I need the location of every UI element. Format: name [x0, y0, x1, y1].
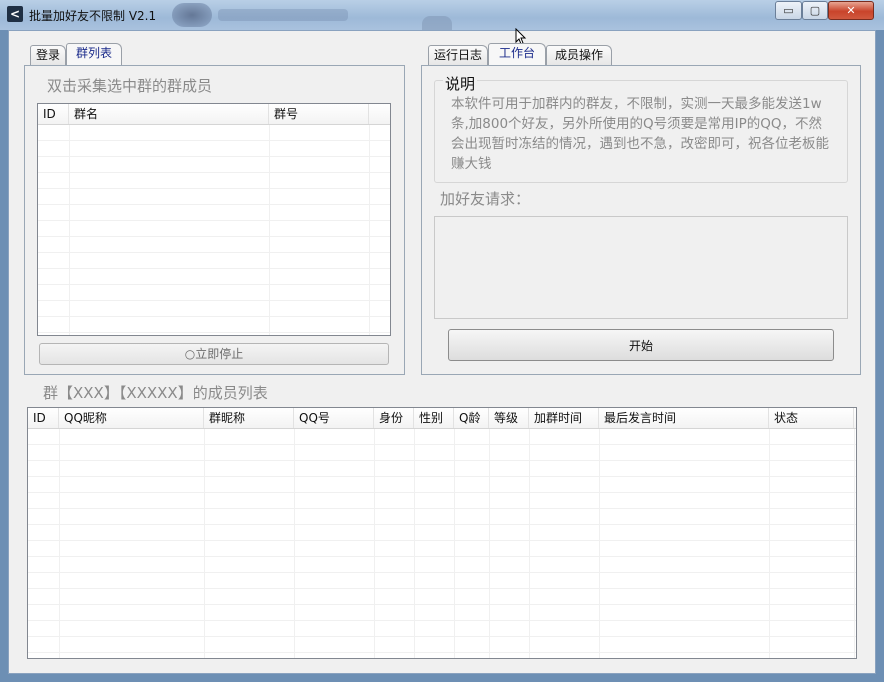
col-qq-number[interactable]: QQ号	[294, 408, 374, 428]
grid-line	[854, 429, 855, 658]
col-group-number[interactable]: 群号	[269, 104, 369, 124]
tab-login[interactable]: 登录	[30, 45, 66, 65]
col-id[interactable]: ID	[38, 104, 69, 124]
stop-button[interactable]: ○立即停止	[39, 343, 389, 365]
taskbar-blur-text	[218, 9, 348, 21]
grid-line	[489, 429, 490, 658]
tab-workbench[interactable]: 工作台	[488, 43, 546, 65]
col-qq-nickname[interactable]: QQ昵称	[59, 408, 204, 428]
col-last-speak-time[interactable]: 最后发言时间	[599, 408, 769, 428]
tab-member-ops[interactable]: 成员操作	[546, 45, 612, 65]
grid-line	[374, 429, 375, 658]
group-list-header: ID 群名 群号	[38, 104, 390, 125]
minimize-button[interactable]: ▭	[775, 1, 802, 20]
col-join-time[interactable]: 加群时间	[529, 408, 599, 428]
member-list-title: 群【XXX】【XXXXX】的成员列表	[43, 384, 268, 402]
col-id[interactable]: ID	[28, 408, 59, 428]
close-icon: ✕	[846, 4, 856, 17]
maximize-button[interactable]: ▢	[802, 1, 828, 20]
close-button[interactable]: ✕	[828, 1, 874, 20]
grid-line	[454, 429, 455, 658]
col-level[interactable]: 等级	[489, 408, 529, 428]
group-list-table[interactable]: ID 群名 群号	[37, 103, 391, 336]
tab-group-list[interactable]: 群列表	[66, 43, 122, 65]
col-status[interactable]: 状态	[769, 408, 854, 428]
grid-line	[599, 429, 600, 658]
back-arrow-icon[interactable]: <	[7, 6, 23, 22]
col-role[interactable]: 身份	[374, 408, 414, 428]
member-list-rows	[28, 429, 856, 658]
grid-line	[769, 429, 770, 658]
tab-run-log[interactable]: 运行日志	[428, 45, 488, 65]
maximize-icon: ▢	[809, 4, 821, 17]
col-group-name[interactable]: 群名	[69, 104, 269, 124]
friend-request-input[interactable]	[434, 216, 848, 319]
taskbar-blur-avatar	[172, 3, 212, 27]
note-title: 说明	[443, 73, 478, 94]
grid-line	[59, 429, 60, 658]
grid-line	[414, 429, 415, 658]
minimize-icon: ▭	[783, 4, 794, 17]
note-text: 本软件可用于加群内的群友，不限制，实测一天最多能发送1w条,加800个好友，另外…	[451, 96, 829, 172]
taskbar-blur-shape	[422, 16, 452, 30]
member-list-table[interactable]: ID QQ昵称 群昵称 QQ号 身份 性别 Q龄 等级 加群时间 最后发言时间 …	[27, 407, 857, 659]
col-q-age[interactable]: Q龄	[454, 408, 489, 428]
grid-line	[69, 125, 70, 335]
friend-request-label: 加好友请求：	[440, 190, 531, 208]
col-gender[interactable]: 性别	[414, 408, 454, 428]
col-group-nickname[interactable]: 群昵称	[204, 408, 294, 428]
grid-line	[529, 429, 530, 658]
group-list-hint: 双击采集选中群的群成员	[47, 77, 213, 95]
grid-line	[369, 125, 370, 335]
member-list-header: ID QQ昵称 群昵称 QQ号 身份 性别 Q龄 等级 加群时间 最后发言时间 …	[28, 408, 856, 429]
grid-line	[204, 429, 205, 658]
window-title: 批量加好友不限制 V2.1	[29, 9, 157, 23]
grid-line	[269, 125, 270, 335]
grid-line	[294, 429, 295, 658]
start-button[interactable]: 开始	[448, 329, 834, 361]
group-list-rows	[38, 125, 390, 335]
